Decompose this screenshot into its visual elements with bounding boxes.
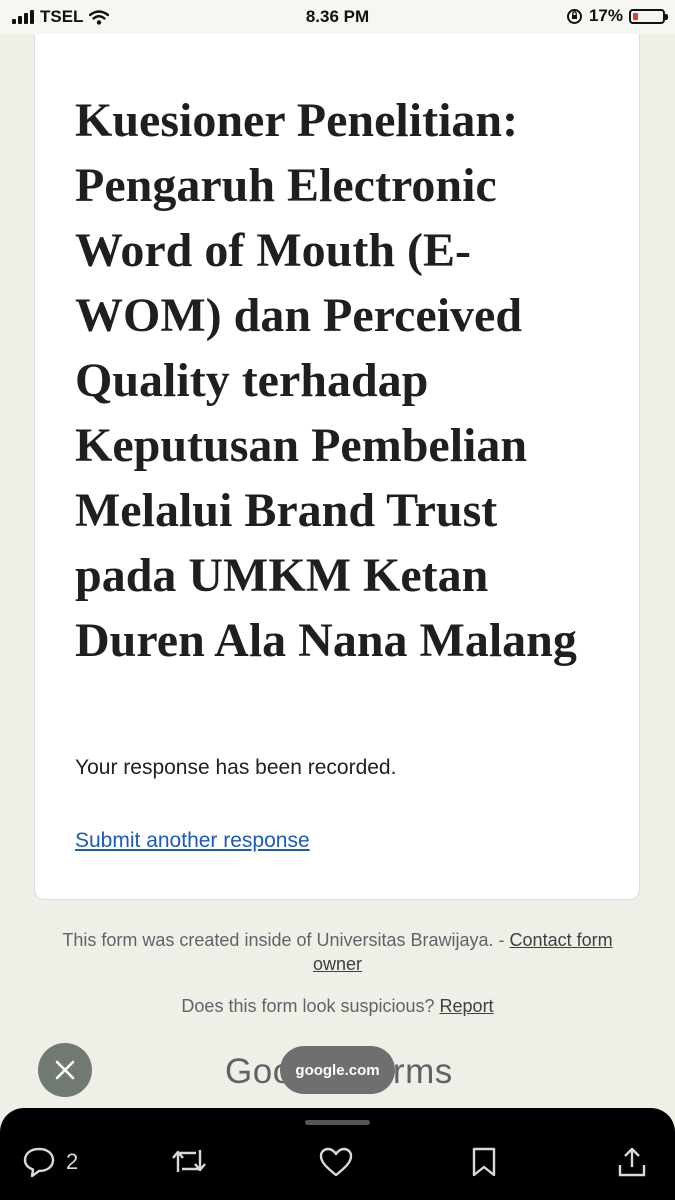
share-button[interactable] xyxy=(616,1146,648,1178)
bookmark-button[interactable] xyxy=(469,1146,499,1178)
form-origin-text: This form was created inside of Universi… xyxy=(62,930,510,950)
confirmation-message: Your response has been recorded. xyxy=(75,756,397,779)
repost-button[interactable] xyxy=(170,1146,208,1176)
status-bar: TSEL 8.36 PM 17% xyxy=(0,0,675,34)
share-icon xyxy=(618,1147,646,1177)
like-button[interactable] xyxy=(318,1146,354,1178)
form-origin-note: This form was created inside of Universi… xyxy=(40,928,635,976)
url-pill[interactable]: google.com xyxy=(280,1046,395,1094)
form-card: Kuesioner Penelitian: Pengaruh Electroni… xyxy=(34,34,640,900)
battery-percent: 17% xyxy=(588,6,623,25)
reply-count: 2 xyxy=(66,1149,79,1174)
report-link[interactable]: Report xyxy=(440,996,494,1016)
battery-level xyxy=(633,12,638,20)
reply-icon xyxy=(23,1147,55,1178)
reply-button[interactable]: 2 xyxy=(22,1146,78,1178)
bookmark-icon xyxy=(472,1147,496,1177)
heart-icon xyxy=(319,1147,353,1177)
form-title: Kuesioner Penelitian: Pengaruh Electroni… xyxy=(75,94,577,667)
bottom-action-bar: 2 xyxy=(0,1108,675,1200)
battery-icon xyxy=(629,8,668,24)
sheet-handle[interactable] xyxy=(305,1120,370,1125)
suspicious-text: Does this form look suspicious? xyxy=(181,996,440,1016)
close-icon xyxy=(55,1060,75,1080)
close-button[interactable] xyxy=(38,1043,92,1097)
repost-icon xyxy=(172,1150,206,1172)
orientation-lock-icon xyxy=(566,8,582,24)
submit-another-response-link[interactable]: Submit another response xyxy=(75,829,310,853)
suspicious-note: Does this form look suspicious? Report xyxy=(0,996,675,1017)
